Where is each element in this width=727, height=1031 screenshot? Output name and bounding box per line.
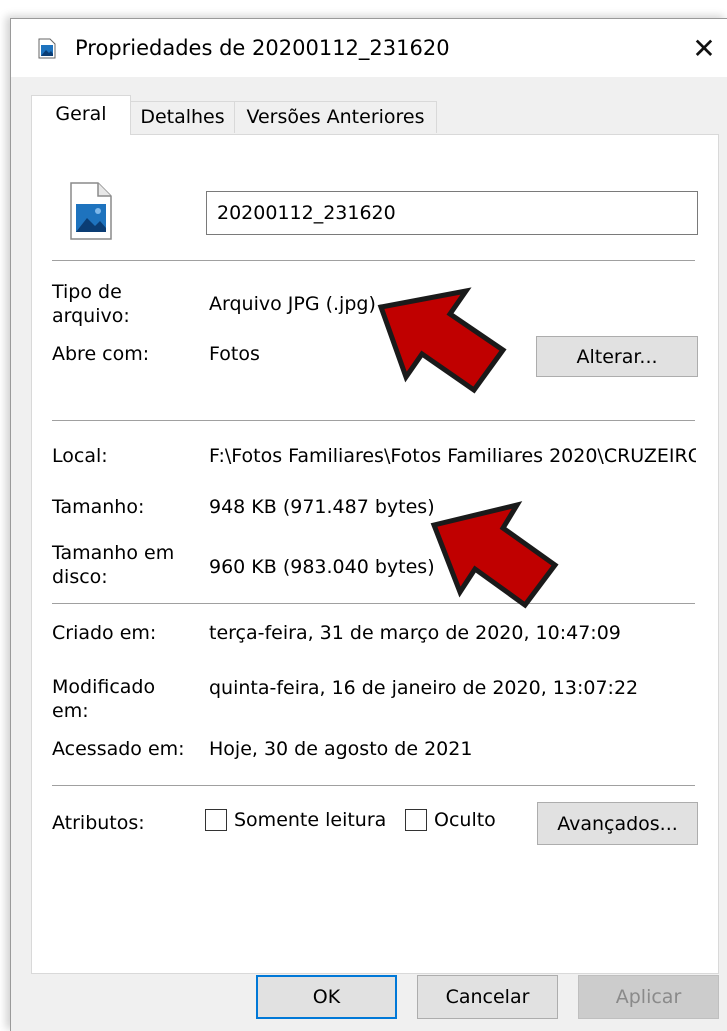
cancel-button[interactable]: Cancelar	[417, 975, 558, 1019]
file-type-value: Arquivo JPG (.jpg)	[209, 293, 376, 315]
file-type-label-text: Tipo de arquivo:	[52, 281, 130, 327]
accessed-value: Hoje, 30 de agosto de 2021	[209, 738, 473, 760]
tab-details[interactable]: Detalhes	[130, 101, 235, 133]
opens-with-label: Abre com:	[52, 343, 150, 365]
separator	[52, 603, 695, 604]
accessed-label: Acessado em:	[52, 738, 185, 760]
file-name-field[interactable]	[206, 191, 698, 235]
file-type-label: Tipo de arquivo:	[52, 280, 130, 328]
checkbox-box[interactable]	[205, 809, 227, 831]
close-button[interactable]: ✕	[680, 19, 727, 77]
location-label: Local:	[52, 445, 108, 467]
separator	[52, 785, 695, 786]
attributes-label: Atributos:	[52, 812, 145, 834]
general-panel: Tipo de arquivo: Arquivo JPG (.jpg) Abre…	[31, 134, 719, 974]
readonly-checkbox[interactable]: Somente leitura	[205, 809, 386, 831]
properties-dialog: Propriedades de 20200112_231620 ✕ Geral …	[10, 18, 727, 1031]
modified-label-text: Modificado em:	[52, 676, 156, 722]
opens-with-value: Fotos	[209, 343, 260, 365]
window-title: Propriedades de 20200112_231620	[75, 36, 450, 60]
created-label: Criado em:	[52, 622, 157, 644]
tab-previous-versions[interactable]: Versões Anteriores	[234, 101, 437, 133]
size-on-disk-label: Tamanho em disco:	[52, 541, 174, 589]
location-value: F:\Fotos Familiares\Fotos Familiares 202…	[209, 445, 696, 467]
size-on-disk-value: 960 KB (983.040 bytes)	[209, 556, 435, 578]
modified-value: quinta-feira, 16 de janeiro de 2020, 13:…	[209, 677, 639, 699]
separator	[52, 420, 695, 421]
image-file-icon	[70, 182, 112, 240]
hidden-label: Oculto	[434, 809, 496, 831]
size-label: Tamanho:	[52, 496, 145, 518]
apply-button[interactable]: Aplicar	[578, 975, 719, 1019]
modified-label: Modificado em:	[52, 675, 155, 723]
image-file-icon	[38, 38, 56, 59]
hidden-checkbox[interactable]: Oculto	[405, 809, 496, 831]
advanced-button[interactable]: Avançados...	[537, 802, 698, 845]
ok-button[interactable]: OK	[256, 975, 397, 1019]
readonly-label: Somente leitura	[234, 809, 387, 831]
tab-general[interactable]: Geral	[31, 95, 131, 135]
size-on-disk-label-text: Tamanho em disco:	[52, 542, 175, 588]
created-value: terça-feira, 31 de março de 2020, 10:47:…	[209, 622, 621, 644]
title-bar: Propriedades de 20200112_231620 ✕	[11, 19, 727, 77]
close-icon: ✕	[692, 31, 716, 65]
size-value: 948 KB (971.487 bytes)	[209, 496, 435, 518]
checkbox-box[interactable]	[405, 809, 427, 831]
change-button[interactable]: Alterar...	[536, 336, 698, 377]
separator	[52, 260, 695, 261]
